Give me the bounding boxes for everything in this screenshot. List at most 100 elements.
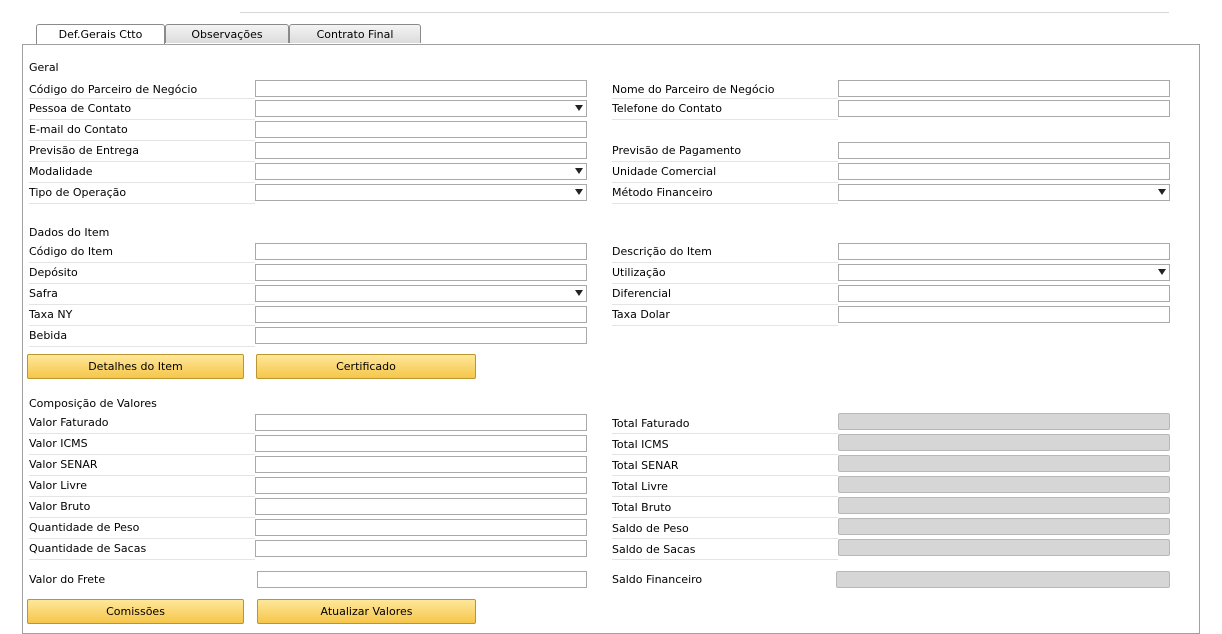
bebida-input[interactable] bbox=[255, 327, 587, 344]
tipo-operacao-select[interactable] bbox=[255, 184, 587, 201]
descricao-item-input[interactable] bbox=[838, 243, 1170, 260]
detalhes-item-button[interactable]: Detalhes do Item bbox=[27, 354, 244, 379]
codigo-parceiro-input[interactable] bbox=[255, 80, 587, 97]
row-divider bbox=[612, 454, 838, 455]
row-divider bbox=[612, 304, 838, 305]
label-codigo-item: Código do Item bbox=[29, 245, 113, 258]
label-quantidade-sacas: Quantidade de Sacas bbox=[29, 542, 147, 555]
row-divider bbox=[29, 433, 255, 434]
chevron-down-icon bbox=[1158, 269, 1166, 275]
row-divider bbox=[612, 283, 838, 284]
label-previsao-pagamento: Previsão de Pagamento bbox=[612, 144, 742, 157]
chevron-down-icon bbox=[575, 189, 583, 195]
row-divider bbox=[612, 262, 838, 263]
valor-bruto-input[interactable] bbox=[255, 498, 587, 515]
label-total-faturado: Total Faturado bbox=[612, 417, 690, 430]
row-divider bbox=[29, 475, 255, 476]
chevron-down-icon bbox=[575, 290, 583, 296]
tab-contrato-final[interactable]: Contrato Final bbox=[289, 24, 421, 43]
metodo-financeiro-select[interactable] bbox=[838, 184, 1170, 201]
row-divider bbox=[29, 262, 255, 263]
label-deposito: Depósito bbox=[29, 266, 78, 279]
label-valor-bruto: Valor Bruto bbox=[29, 500, 91, 513]
row-divider bbox=[612, 119, 838, 120]
top-separator bbox=[240, 12, 1169, 13]
row-divider bbox=[29, 203, 255, 204]
utilizacao-select[interactable] bbox=[838, 264, 1170, 281]
certificado-button[interactable]: Certificado bbox=[256, 354, 476, 379]
quantidade-sacas-input[interactable] bbox=[255, 540, 587, 557]
codigo-item-input[interactable] bbox=[255, 243, 587, 260]
previsao-entrega-input[interactable] bbox=[255, 142, 587, 159]
row-divider bbox=[612, 182, 838, 183]
total-faturado-field bbox=[838, 413, 1170, 430]
deposito-input[interactable] bbox=[255, 264, 587, 281]
chevron-down-icon bbox=[1158, 189, 1166, 195]
label-saldo-financeiro: Saldo Financeiro bbox=[612, 573, 703, 586]
row-divider bbox=[29, 517, 255, 518]
row-divider bbox=[29, 140, 255, 141]
section-dados-item: Dados do Item bbox=[29, 226, 110, 239]
label-valor-livre: Valor Livre bbox=[29, 479, 87, 492]
label-saldo-peso: Saldo de Peso bbox=[612, 522, 689, 535]
valor-senar-input[interactable] bbox=[255, 456, 587, 473]
tab-observacoes[interactable]: Observações bbox=[165, 24, 289, 43]
comissoes-button[interactable]: Comissões bbox=[27, 599, 244, 624]
diferencial-input[interactable] bbox=[838, 285, 1170, 302]
row-divider bbox=[612, 517, 838, 518]
label-quantidade-peso: Quantidade de Peso bbox=[29, 521, 140, 534]
valor-faturado-input[interactable] bbox=[255, 414, 587, 431]
label-total-icms: Total ICMS bbox=[612, 438, 669, 451]
row-divider bbox=[612, 475, 838, 476]
label-diferencial: Diferencial bbox=[612, 287, 672, 300]
row-divider bbox=[29, 454, 255, 455]
label-total-bruto: Total Bruto bbox=[612, 501, 672, 514]
safra-select[interactable] bbox=[255, 285, 587, 302]
label-valor-frete: Valor do Frete bbox=[29, 573, 106, 586]
label-modalidade: Modalidade bbox=[29, 165, 93, 178]
label-utilizacao: Utilização bbox=[612, 266, 666, 279]
row-divider bbox=[612, 325, 838, 326]
total-livre-field bbox=[838, 476, 1170, 493]
modalidade-select[interactable] bbox=[255, 163, 587, 180]
valor-livre-input[interactable] bbox=[255, 477, 587, 494]
nome-parceiro-input[interactable] bbox=[838, 80, 1170, 97]
label-taxa-dolar: Taxa Dolar bbox=[612, 308, 670, 321]
label-tipo-operacao: Tipo de Operação bbox=[29, 186, 127, 199]
valor-icms-input[interactable] bbox=[255, 435, 587, 452]
label-total-livre: Total Livre bbox=[612, 480, 668, 493]
row-divider bbox=[612, 203, 838, 204]
taxa-ny-input[interactable] bbox=[255, 306, 587, 323]
email-contato-input[interactable] bbox=[255, 121, 587, 138]
label-saldo-sacas: Saldo de Sacas bbox=[612, 543, 696, 556]
valor-frete-input[interactable] bbox=[257, 571, 587, 588]
pessoa-contato-select[interactable] bbox=[255, 100, 587, 117]
label-pessoa-contato: Pessoa de Contato bbox=[29, 102, 132, 115]
label-bebida: Bebida bbox=[29, 329, 68, 342]
tab-def-gerais[interactable]: Def.Gerais Ctto bbox=[36, 24, 165, 45]
row-divider bbox=[612, 433, 838, 434]
total-bruto-field bbox=[838, 497, 1170, 514]
row-divider bbox=[29, 283, 255, 284]
saldo-peso-field bbox=[838, 518, 1170, 535]
quantidade-peso-input[interactable] bbox=[255, 519, 587, 536]
label-valor-senar: Valor SENAR bbox=[29, 458, 98, 471]
label-nome-parceiro: Nome do Parceiro de Negócio bbox=[612, 83, 775, 96]
total-senar-field bbox=[838, 455, 1170, 472]
label-valor-icms: Valor ICMS bbox=[29, 437, 88, 450]
row-divider bbox=[29, 325, 255, 326]
row-divider bbox=[612, 496, 838, 497]
telefone-contato-input[interactable] bbox=[838, 100, 1170, 117]
label-telefone-contato: Telefone do Contato bbox=[612, 102, 722, 115]
unidade-comercial-input[interactable] bbox=[838, 163, 1170, 180]
row-divider bbox=[29, 161, 255, 162]
row-divider bbox=[29, 304, 255, 305]
taxa-dolar-input[interactable] bbox=[838, 306, 1170, 323]
row-divider bbox=[29, 538, 255, 539]
previsao-pagamento-input[interactable] bbox=[838, 142, 1170, 159]
row-divider bbox=[612, 559, 838, 560]
row-divider bbox=[29, 559, 255, 560]
atualizar-valores-button[interactable]: Atualizar Valores bbox=[257, 599, 476, 624]
chevron-down-icon bbox=[575, 168, 583, 174]
saldo-sacas-field bbox=[838, 539, 1170, 556]
